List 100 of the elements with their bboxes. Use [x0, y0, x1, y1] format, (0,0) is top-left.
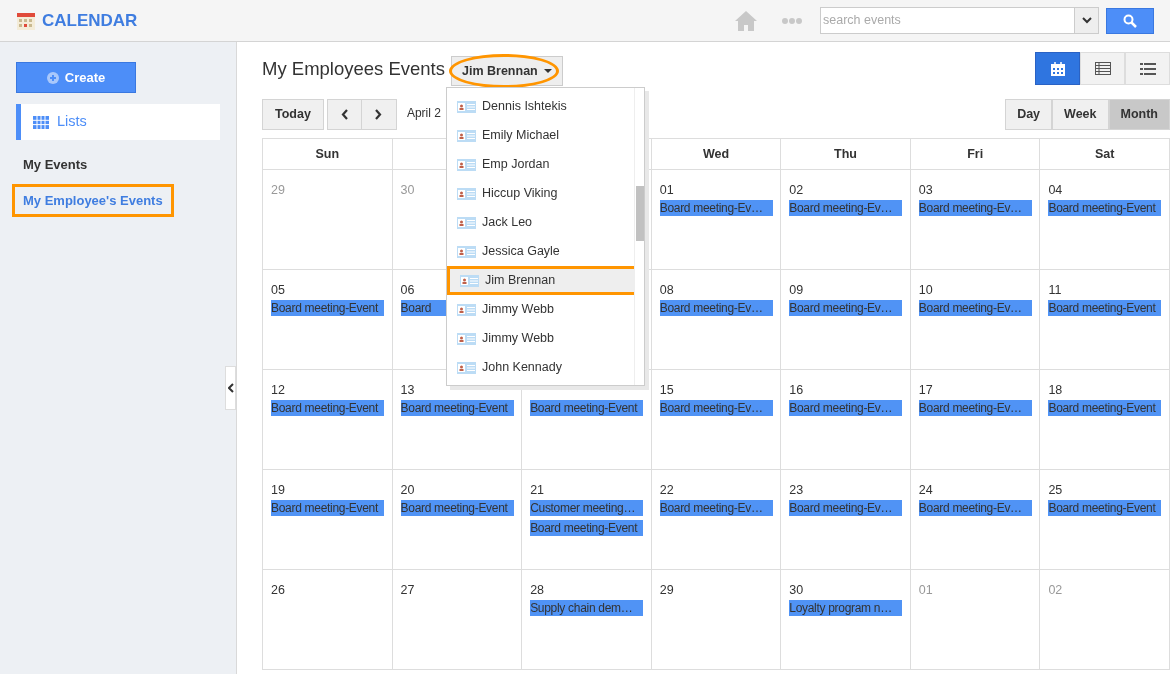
day-number: 11 — [1048, 282, 1062, 296]
create-button[interactable]: Create — [16, 62, 136, 93]
employee-dropdown-button[interactable]: Jim Brennan — [451, 56, 563, 86]
day-number: 17 — [918, 382, 933, 396]
search-icon — [1123, 13, 1137, 28]
chevron-left-icon — [227, 383, 234, 393]
contact-card-icon — [457, 245, 476, 258]
day-number: 02 — [1048, 582, 1063, 596]
list-view-button[interactable] — [1125, 52, 1170, 85]
app-title: CALENDAR — [42, 9, 138, 32]
contact-card-icon — [457, 100, 476, 113]
weekday-header: Fri — [967, 145, 984, 163]
employee-option[interactable]: Hiccup Viking — [447, 179, 637, 208]
chevron-right-icon — [375, 109, 383, 120]
day-number: 20 — [400, 482, 415, 496]
employee-option[interactable]: Jessica Gayle — [447, 237, 637, 266]
event-chip[interactable]: Board meeting-Event — [1048, 200, 1162, 216]
sidebar-link[interactable]: My Employee's Events — [12, 183, 174, 217]
today-button[interactable]: Today — [262, 99, 324, 130]
event-chip[interactable]: Customer meeting… — [530, 500, 644, 516]
next-button[interactable] — [361, 99, 397, 130]
day-number: 28 — [530, 582, 545, 596]
day-number: 08 — [659, 282, 674, 296]
list-icon — [1139, 62, 1156, 75]
day-number: 29 — [271, 182, 285, 196]
day-number: 21 — [530, 482, 545, 496]
event-chip[interactable]: Board meeting-Event — [271, 300, 384, 316]
calendar-view-button[interactable] — [1035, 52, 1080, 85]
contact-card-icon — [457, 129, 476, 142]
contact-card-icon — [457, 187, 476, 200]
event-chip[interactable]: Board meeting-Event — [530, 400, 644, 416]
event-chip[interactable]: Board meeting-Event — [1048, 400, 1162, 416]
event-chip[interactable]: Board meeting-Ev… — [659, 200, 773, 216]
lists-header[interactable]: Lists — [16, 104, 220, 140]
event-chip[interactable]: Board meeting-Event — [271, 500, 384, 516]
event-chip[interactable]: Board meeting-Ev… — [659, 500, 773, 516]
day-number: 24 — [918, 482, 933, 496]
weekday-header: Sat — [1094, 145, 1115, 163]
day-number: 30 — [789, 582, 804, 596]
home-icon — [734, 9, 758, 32]
range-tab[interactable]: Month — [1108, 99, 1170, 130]
event-chip[interactable]: Board meeting-Ev… — [659, 300, 773, 316]
day-number: 05 — [271, 282, 285, 296]
page-title: My Employees Events — [262, 57, 445, 81]
event-chip[interactable]: Supply chain dem… — [530, 600, 644, 616]
event-chip[interactable]: Board meeting-Ev… — [918, 200, 1032, 216]
day-number: 30 — [400, 182, 415, 196]
event-chip[interactable]: Board meeting-Ev… — [918, 300, 1032, 316]
plus-circle-icon — [46, 71, 59, 84]
contact-card-icon — [457, 303, 476, 316]
weekday-header: Thu — [834, 145, 857, 163]
event-chip[interactable]: Board meeting-Event — [1048, 300, 1162, 316]
calendar-icon — [1050, 61, 1065, 76]
collapse-sidebar-button[interactable] — [225, 366, 236, 410]
day-number: 18 — [1048, 382, 1063, 396]
employee-option[interactable]: Dennis Ishtekis — [447, 92, 637, 121]
day-number: 10 — [918, 282, 933, 296]
event-chip[interactable]: Board meeting-Event — [271, 400, 384, 416]
scrollbar-thumb[interactable] — [636, 186, 644, 241]
weekday-header: Wed — [702, 145, 730, 163]
sidebar-link[interactable]: My Events — [12, 148, 99, 182]
search-button[interactable] — [1106, 7, 1154, 34]
range-tab[interactable]: Day — [1005, 99, 1053, 130]
event-chip[interactable]: Board meeting-Ev… — [789, 400, 903, 416]
search-options-button[interactable] — [1075, 7, 1099, 34]
event-chip[interactable]: Board meeting-Ev… — [789, 500, 903, 516]
employee-option[interactable]: Jack Leo — [447, 208, 637, 237]
day-number: 15 — [659, 382, 674, 396]
event-chip[interactable]: Board meeting-Ev… — [789, 300, 903, 316]
event-chip[interactable]: Board meeting-Event — [1048, 500, 1162, 516]
event-chip[interactable]: Board meeting-Event — [530, 520, 644, 536]
event-chip[interactable]: Board meeting-Event — [400, 500, 514, 516]
contact-card-icon — [457, 332, 476, 345]
employee-option[interactable]: Jim Brennan — [447, 266, 637, 295]
employee-option[interactable]: Jimmy Webb — [447, 324, 637, 353]
event-chip[interactable]: Loyalty program n… — [789, 600, 903, 616]
employee-option[interactable]: Emp Jordan — [447, 150, 637, 179]
employee-option[interactable]: Emily Michael — [447, 121, 637, 150]
table-icon — [1094, 62, 1111, 75]
day-number: 01 — [659, 182, 674, 196]
day-number: 23 — [789, 482, 804, 496]
day-number: 12 — [271, 382, 285, 396]
event-chip[interactable]: Board meeting-Event — [400, 400, 514, 416]
day-number: 03 — [918, 182, 933, 196]
table-view-button[interactable] — [1080, 52, 1125, 85]
event-chip[interactable]: Board meeting-Ev… — [789, 200, 903, 216]
grid-icon — [33, 115, 49, 129]
event-chip[interactable]: Board meeting-Ev… — [918, 400, 1032, 416]
event-chip[interactable]: Board meeting-Ev… — [918, 500, 1032, 516]
day-number: 04 — [1048, 182, 1063, 196]
employee-option[interactable]: John Kennady — [447, 353, 637, 382]
contact-card-icon — [457, 158, 476, 171]
previous-button[interactable] — [326, 99, 362, 130]
search-field[interactable]: search events — [820, 7, 1075, 34]
range-tab[interactable]: Week — [1052, 99, 1109, 130]
weekday-header: Sun — [315, 145, 340, 163]
calendar-logo-icon — [16, 10, 36, 31]
event-chip[interactable]: Board meeting-Ev… — [659, 400, 773, 416]
day-number: 22 — [659, 482, 674, 496]
contact-card-icon — [457, 216, 476, 229]
